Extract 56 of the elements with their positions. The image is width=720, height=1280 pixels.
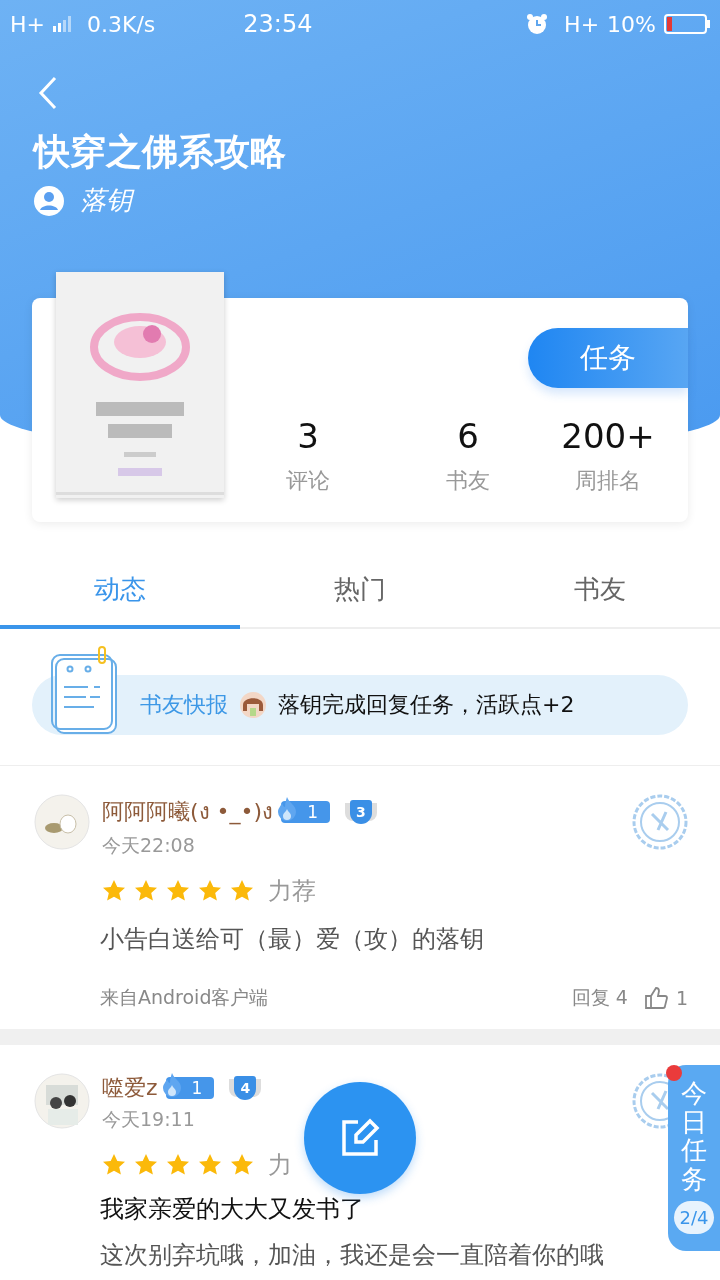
- user-name[interactable]: 噬爱z: [102, 1073, 158, 1103]
- stat-value: 3: [297, 416, 319, 456]
- rating-label: 力: [268, 1150, 292, 1181]
- write-comment-button[interactable]: [304, 1082, 416, 1194]
- stat-label: 周排名: [575, 467, 641, 495]
- reply-button[interactable]: 回复 4: [571, 985, 628, 1011]
- network-speed: 0.3K/s: [87, 11, 156, 37]
- network-type: H+: [564, 11, 600, 37]
- comment-time: 今天19:11: [102, 1107, 196, 1132]
- comment-source: 来自Android客户端: [100, 985, 270, 1010]
- stamp-icon: [632, 1073, 668, 1129]
- user-icon: [34, 185, 64, 216]
- stat-value: 200+: [561, 416, 655, 456]
- back-icon[interactable]: [38, 76, 58, 110]
- tab[interactable]: 热门: [240, 558, 480, 629]
- like-count: 1: [675, 987, 688, 1009]
- star-icon: [102, 879, 126, 903]
- star-icon: [198, 1153, 222, 1177]
- alarm-icon: [526, 13, 549, 35]
- avatar-icon: [240, 692, 266, 718]
- comment-text: 小告白送给可（最）爱（攻）的落钥: [100, 924, 484, 955]
- stat-label: 书友: [446, 467, 490, 495]
- book-title: 快穿之佛系攻略: [34, 130, 286, 174]
- user-name[interactable]: 阿阿阿曦(ง •_•)ง: [102, 794, 274, 829]
- stamp-icon: [632, 794, 688, 850]
- network-type: H+: [10, 11, 45, 37]
- flame-icon: [277, 795, 298, 822]
- task-button[interactable]: 任务: [528, 328, 688, 388]
- flame-icon: [161, 1072, 182, 1098]
- tab[interactable]: 动态: [0, 558, 240, 629]
- tab[interactable]: 书友: [480, 558, 720, 629]
- fan-level-badge: 1: [281, 800, 330, 823]
- star-icon: [230, 1153, 254, 1177]
- stat-value: 6: [457, 416, 479, 456]
- battery-percent: 10%: [607, 11, 656, 37]
- comment-time: 今天22:08: [102, 833, 196, 858]
- battery-icon: [664, 14, 710, 34]
- star-icon: [102, 1153, 126, 1177]
- edit-icon: [340, 1118, 380, 1158]
- star-icon: [230, 879, 254, 903]
- stat-label: 评论: [286, 467, 330, 495]
- signal-icon: [53, 16, 73, 32]
- comment-text: 这次别弃坑哦，加油，我还是会一直陪着你的哦: [100, 1240, 604, 1271]
- news-label: 书友快报: [140, 691, 228, 719]
- star-icon: [134, 879, 158, 903]
- clock: 23:54: [243, 10, 314, 38]
- star-icon: [166, 879, 190, 903]
- comment-title: 我家亲爱的大大又发书了: [100, 1194, 364, 1225]
- star-icon: [134, 1153, 158, 1177]
- rating-label: 力荐: [268, 876, 316, 907]
- star-icon: [198, 879, 222, 903]
- news-banner[interactable]: 书友快报 落钥完成回复任务，活跃点+2: [32, 675, 688, 735]
- avatar[interactable]: [34, 1073, 90, 1129]
- thumbs-up-icon[interactable]: [643, 986, 668, 1010]
- star-icon: [166, 1153, 190, 1177]
- news-text: 落钥完成回复任务，活跃点+2: [278, 691, 575, 719]
